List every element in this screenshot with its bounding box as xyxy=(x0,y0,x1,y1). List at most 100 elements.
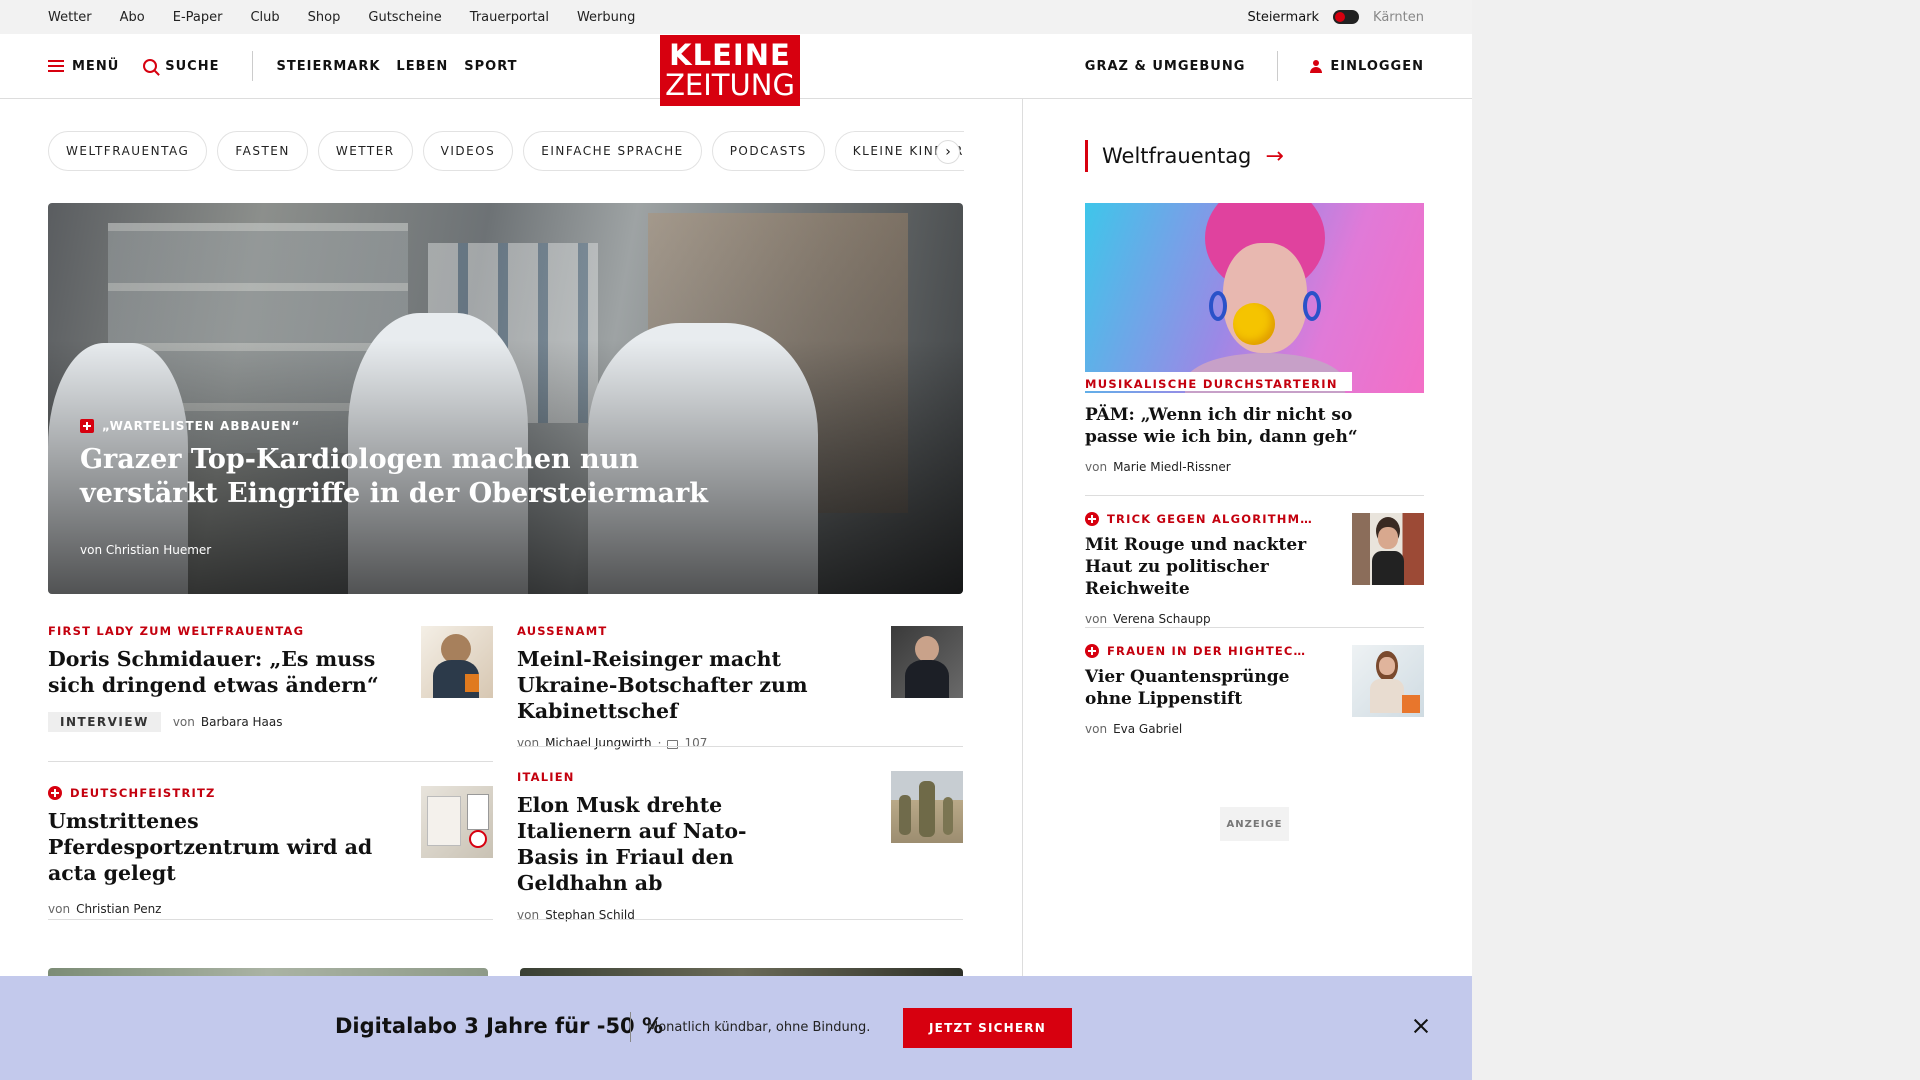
search-icon xyxy=(143,59,158,73)
sidebar-kicker: TRICK GEGEN ALGORITHM… xyxy=(1085,512,1335,526)
chip-podcasts[interactable]: PODCASTS xyxy=(711,131,825,171)
article-byline: INTERVIEW von Barbara Haas xyxy=(48,712,388,732)
sidebar-article-author: Eva Gabriel xyxy=(1113,722,1183,736)
ad-label: ANZEIGE xyxy=(1220,807,1289,841)
chip-einfache-sprache[interactable]: EINFACHE SPRACHE xyxy=(523,131,702,171)
region-steiermark[interactable]: Steiermark xyxy=(1247,10,1319,25)
utility-link-trauerportal[interactable]: Trauerportal xyxy=(470,10,549,25)
hero-image-shade xyxy=(48,203,963,594)
sidebar-heading[interactable]: Weltfrauentag → xyxy=(1085,140,1284,172)
region-toggle[interactable] xyxy=(1333,10,1360,24)
article-title[interactable]: Umstrittenes Pferdesportzentrum wird ad … xyxy=(48,808,398,886)
utility-link-werbung[interactable]: Werbung xyxy=(577,10,635,25)
article-title[interactable]: Meinl-Reisinger macht Ukraine-Botschafte… xyxy=(517,646,857,724)
by-prefix: von xyxy=(48,902,71,916)
article-teaser[interactable]: ITALIEN Elon Musk drehte Italienern auf … xyxy=(517,770,807,922)
plus-icon xyxy=(80,419,94,433)
feature-image-earring-right xyxy=(1303,291,1321,321)
article-title[interactable]: Doris Schmidauer: „Es muss sich dringend… xyxy=(48,646,388,698)
divider xyxy=(517,919,963,920)
region-kaernten[interactable]: Kärnten xyxy=(1373,10,1424,25)
sidebar-article-title[interactable]: Vier Quantensprünge ohne Lippenstift xyxy=(1085,666,1335,710)
sidebar-article-byline: von Marie Miedl-Rissner xyxy=(1085,460,1385,474)
article-kicker: FIRST LADY ZUM WELTFRAUENTAG xyxy=(48,624,305,638)
sidebar-kicker-box: MUSIKALISCHE DURCHSTARTERIN xyxy=(1085,372,1352,391)
header-divider-right xyxy=(1277,51,1279,81)
comment-count[interactable]: 107 xyxy=(684,736,707,750)
hero-kicker-text: „WARTELISTEN ABBAUEN“ xyxy=(102,419,301,433)
search-button[interactable]: SUCHE xyxy=(143,59,219,74)
hero-article[interactable]: „WARTELISTEN ABBAUEN“ Grazer Top-Kardiol… xyxy=(48,203,963,594)
article-teaser[interactable]: AUSSENAMT Meinl-Reisinger macht Ukraine-… xyxy=(517,624,857,750)
by-prefix: von xyxy=(1085,722,1108,736)
nav-sport[interactable]: SPORT xyxy=(464,59,517,74)
article-thumbnail[interactable] xyxy=(891,626,963,698)
sidebar-article-thumbnail[interactable] xyxy=(1352,513,1424,585)
by-prefix: von xyxy=(172,715,195,729)
chip-weltfrauentag[interactable]: WELTFRAUENTAG xyxy=(48,131,208,171)
site-logo[interactable]: KLEINE ZEITUNG xyxy=(660,35,800,106)
subscribe-button[interactable]: JETZT SICHERN xyxy=(903,1008,1072,1048)
article-byline: von Christian Penz xyxy=(48,902,398,916)
hero-author: Christian Huemer xyxy=(105,543,212,557)
chip-wetter[interactable]: WETTER xyxy=(317,131,413,171)
utility-link-epaper[interactable]: E-Paper xyxy=(173,10,223,25)
article-title[interactable]: Elon Musk drehte Italienern auf Nato-Bas… xyxy=(517,792,807,896)
article-author: Michael Jungwirth xyxy=(545,736,652,750)
sidebar-article-title[interactable]: Mit Rouge und nackter Haut zu politische… xyxy=(1085,534,1335,600)
comment-icon xyxy=(667,739,679,749)
sidebar-article[interactable]: PÄM: „Wenn ich dir nicht so passe wie ic… xyxy=(1085,396,1385,474)
nav-steiermark[interactable]: STEIERMARK xyxy=(277,59,381,74)
accent-bar xyxy=(1085,140,1088,172)
close-icon[interactable] xyxy=(1409,1014,1433,1038)
divider xyxy=(517,746,963,747)
article-thumbnail[interactable] xyxy=(891,771,963,843)
utility-link-club[interactable]: Club xyxy=(250,10,279,25)
chip-fasten[interactable]: FASTEN xyxy=(217,131,308,171)
menu-button[interactable]: MENÜ xyxy=(48,59,119,74)
article-teaser[interactable]: DEUTSCHFEISTRITZ Umstrittenes Pferdespor… xyxy=(48,786,398,916)
article-kicker: AUSSENAMT xyxy=(517,624,608,638)
hero-title[interactable]: Grazer Top-Kardiologen machen nun verstä… xyxy=(80,443,780,511)
article-author: Christian Penz xyxy=(76,902,162,916)
sidebar-article-author: Verena Schaupp xyxy=(1113,612,1211,626)
article-author: Barbara Haas xyxy=(200,715,283,729)
utility-link-abo[interactable]: Abo xyxy=(120,10,145,25)
login-button[interactable]: EINLOGGEN xyxy=(1310,59,1424,74)
article-thumbnail[interactable] xyxy=(421,786,493,858)
chip-videos[interactable]: VIDEOS xyxy=(422,131,514,171)
article-thumbnail[interactable] xyxy=(421,626,493,698)
user-icon xyxy=(1310,59,1323,73)
by-prefix: von xyxy=(517,736,540,750)
subscription-banner: Digitalabo 3 Jahre für -50 % Monatlich k… xyxy=(0,976,1472,1080)
article-kicker: DEUTSCHFEISTRITZ xyxy=(48,786,398,800)
sidebar-article[interactable]: TRICK GEGEN ALGORITHM… Mit Rouge und nac… xyxy=(1085,512,1335,626)
sidebar-article-title[interactable]: PÄM: „Wenn ich dir nicht so passe wie ic… xyxy=(1085,404,1385,448)
region-link[interactable]: GRAZ & UMGEBUNG xyxy=(1085,59,1246,74)
sidebar-article[interactable]: FRAUEN IN DER HIGHTEC… Vier Quantensprün… xyxy=(1085,644,1335,736)
plus-icon xyxy=(1085,512,1099,526)
chips-next-button[interactable]: › xyxy=(936,140,960,164)
utility-link-shop[interactable]: Shop xyxy=(308,10,341,25)
feature-image-bubble xyxy=(1233,303,1275,345)
sidebar-article-thumbnail[interactable] xyxy=(1352,645,1424,717)
plus-icon xyxy=(1085,644,1099,658)
utility-link-wetter[interactable]: Wetter xyxy=(48,10,92,25)
divider xyxy=(1085,495,1424,496)
sidebar-article-author: Marie Miedl-Rissner xyxy=(1113,460,1231,474)
utility-link-gutscheine[interactable]: Gutscheine xyxy=(368,10,441,25)
menu-label: MENÜ xyxy=(72,58,120,74)
plus-icon xyxy=(48,786,62,800)
article-teaser[interactable]: FIRST LADY ZUM WELTFRAUENTAG Doris Schmi… xyxy=(48,624,388,732)
hamburger-icon xyxy=(48,60,64,72)
by-prefix: von xyxy=(1085,460,1108,474)
nav-leben[interactable]: LEBEN xyxy=(396,59,448,74)
banner-divider xyxy=(630,1012,631,1042)
logo-line-1: KLEINE xyxy=(669,38,791,72)
hero-byline: von Christian Huemer xyxy=(80,543,211,557)
logo-line-2: ZEITUNG xyxy=(665,68,795,102)
banner-headline: Digitalabo 3 Jahre für -50 % xyxy=(335,1014,664,1038)
article-kicker-text: DEUTSCHFEISTRITZ xyxy=(70,786,216,800)
sidebar-article-byline: von Verena Schaupp xyxy=(1085,612,1335,626)
sidebar-feature-image[interactable] xyxy=(1085,203,1424,393)
